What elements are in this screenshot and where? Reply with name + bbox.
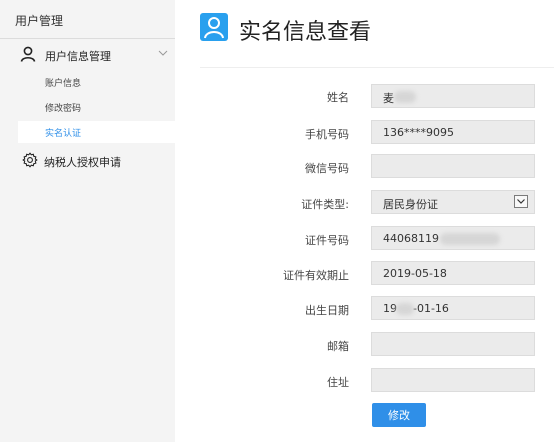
modify-button[interactable]: 修改 <box>372 403 426 427</box>
sidebar-item-label: 修改密码 <box>45 104 82 114</box>
dropdown-arrow-icon[interactable] <box>514 195 528 208</box>
birth-field: 19 -01-16 <box>371 296 535 320</box>
page-user-icon <box>200 13 228 41</box>
sidebar-item-label: 纳税人授权申请 <box>44 156 121 169</box>
name-value: 麦 <box>383 92 394 105</box>
sidebar: 用户管理 用户信息管理 账户信息 修改密码 实名认证 纳税人授权申请 <box>0 0 175 442</box>
id-number-field: 44068119 <box>371 226 535 250</box>
birth-value: 19 -01-16 <box>383 302 449 315</box>
id-expiry-value: 2019-05-18 <box>383 267 447 280</box>
header-divider <box>200 67 554 68</box>
redaction-blur <box>396 303 414 315</box>
name-field: 麦 <box>371 84 535 108</box>
email-field <box>371 332 535 356</box>
address-label: 住址 <box>327 376 349 389</box>
sidebar-group-user-info[interactable]: 用户信息管理 <box>0 44 175 66</box>
sidebar-group-label: 用户信息管理 <box>45 50 111 63</box>
wechat-label: 微信号码 <box>305 162 349 175</box>
id-expiry-label: 证件有效期止 <box>283 269 349 282</box>
sidebar-item-taxpayer-authorization[interactable]: 纳税人授权申请 <box>0 150 175 172</box>
phone-value: 136****9095 <box>383 126 454 139</box>
birth-label: 出生日期 <box>305 304 349 317</box>
user-icon <box>20 46 36 62</box>
sidebar-item-account-info[interactable]: 账户信息 <box>18 71 175 93</box>
redaction-blur <box>440 233 500 245</box>
id-expiry-field: 2019-05-18 <box>371 261 535 285</box>
chevron-down-icon[interactable] <box>157 47 169 59</box>
sidebar-title: 用户管理 <box>15 14 64 28</box>
birth-value-suffix: -01-16 <box>413 302 449 315</box>
sidebar-item-label: 实名认证 <box>45 129 82 139</box>
id-number-value: 44068119 <box>383 232 439 245</box>
sidebar-divider <box>0 38 175 39</box>
id-type-select[interactable]: 居民身份证 <box>371 190 535 214</box>
sidebar-item-change-password[interactable]: 修改密码 <box>18 96 175 118</box>
birth-value-prefix: 19 <box>383 302 397 315</box>
phone-field: 136****9095 <box>371 120 535 144</box>
email-label: 邮箱 <box>327 340 349 353</box>
redaction-blur <box>394 91 416 103</box>
name-label: 姓名 <box>327 91 349 104</box>
sidebar-item-label: 账户信息 <box>45 79 82 89</box>
sidebar-item-real-name-auth[interactable]: 实名认证 <box>18 121 175 143</box>
user-icon <box>204 17 224 39</box>
gear-icon <box>22 152 38 168</box>
page-title: 实名信息查看 <box>239 20 372 45</box>
id-number-label: 证件号码 <box>305 234 349 247</box>
id-type-value: 居民身份证 <box>383 198 438 211</box>
wechat-field <box>371 154 535 178</box>
id-type-label: 证件类型: <box>301 198 349 211</box>
address-field <box>371 368 535 392</box>
phone-label: 手机号码 <box>305 128 349 141</box>
